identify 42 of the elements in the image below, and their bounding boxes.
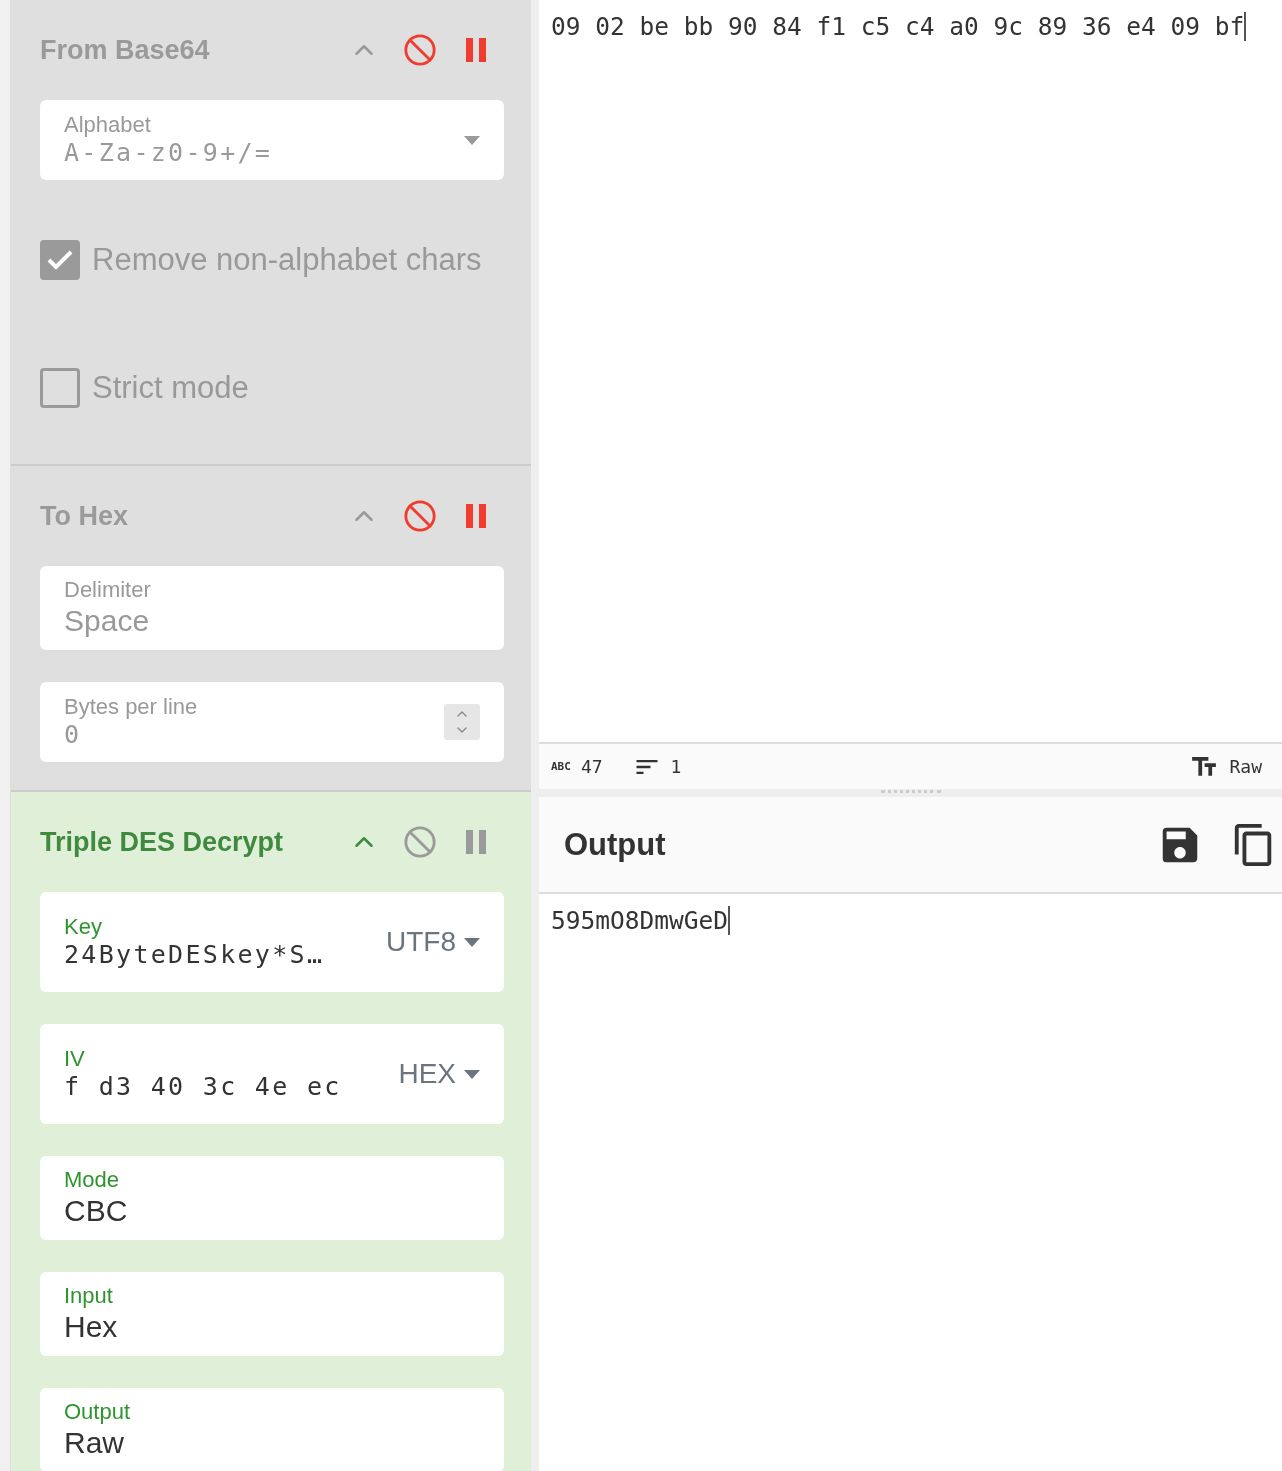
- field-label: Alphabet: [64, 111, 152, 139]
- input-text: 09 02 be bb 90 84 f1 c5 c4 a0 9c 89 36 e4 09 bf: [551, 12, 1247, 41]
- character-count-label: ABC: [551, 760, 571, 773]
- operation-title: From Base64: [40, 34, 211, 66]
- caret-icon: [464, 1069, 480, 1079]
- option-field[interactable]: Output Raw: [40, 1388, 504, 1471]
- caret-icon: [464, 135, 480, 145]
- field-label: Mode: [64, 1166, 121, 1194]
- operation-title: Triple DES Decrypt: [40, 826, 285, 858]
- output-text: 595mO8DmwGeD: [551, 906, 730, 935]
- field-value: A-Za-z0-9+/=: [64, 138, 274, 169]
- field-label: Output: [64, 1398, 132, 1426]
- field-label: Input: [64, 1282, 114, 1310]
- input-field[interactable]: Key 24ByteDESkey*S… UTF8: [40, 892, 504, 992]
- field-value: CBC: [64, 1193, 129, 1230]
- check-icon: [46, 249, 74, 271]
- checkbox-label: Strict mode: [92, 370, 249, 406]
- format-dropdown[interactable]: UTF8: [386, 926, 480, 958]
- field-value: Raw: [64, 1425, 125, 1462]
- field-label: Key: [64, 913, 103, 941]
- field-value: 24ByteDESkey*S…: [64, 940, 326, 971]
- input-field[interactable]: IV f d3 40 3c 4e ec HEX: [40, 1024, 504, 1124]
- line-count: 1: [670, 756, 682, 777]
- caret-icon: [464, 937, 480, 947]
- field-label: IV: [64, 1045, 86, 1073]
- checkbox-label: Remove non-alphabet chars: [92, 242, 482, 278]
- character-count: 47: [580, 756, 603, 777]
- encoding-label[interactable]: Raw: [1229, 756, 1262, 777]
- disable-icon: [403, 33, 437, 67]
- output-title: Output: [564, 826, 667, 863]
- disable-icon: [403, 499, 437, 533]
- field-label: Delimiter: [64, 576, 152, 604]
- field-value: Hex: [64, 1309, 119, 1346]
- field-value: 0: [64, 720, 83, 751]
- option-field[interactable]: Mode CBC: [40, 1156, 504, 1240]
- operation-title: To Hex: [40, 500, 129, 532]
- disable-icon: [403, 825, 437, 859]
- field-value: Space: [64, 603, 151, 640]
- field-value: f d3 40 3c 4e ec: [64, 1072, 343, 1103]
- field-label: Bytes per line: [64, 693, 199, 721]
- option-field[interactable]: Input Hex: [40, 1272, 504, 1356]
- format-dropdown[interactable]: HEX: [398, 1058, 480, 1090]
